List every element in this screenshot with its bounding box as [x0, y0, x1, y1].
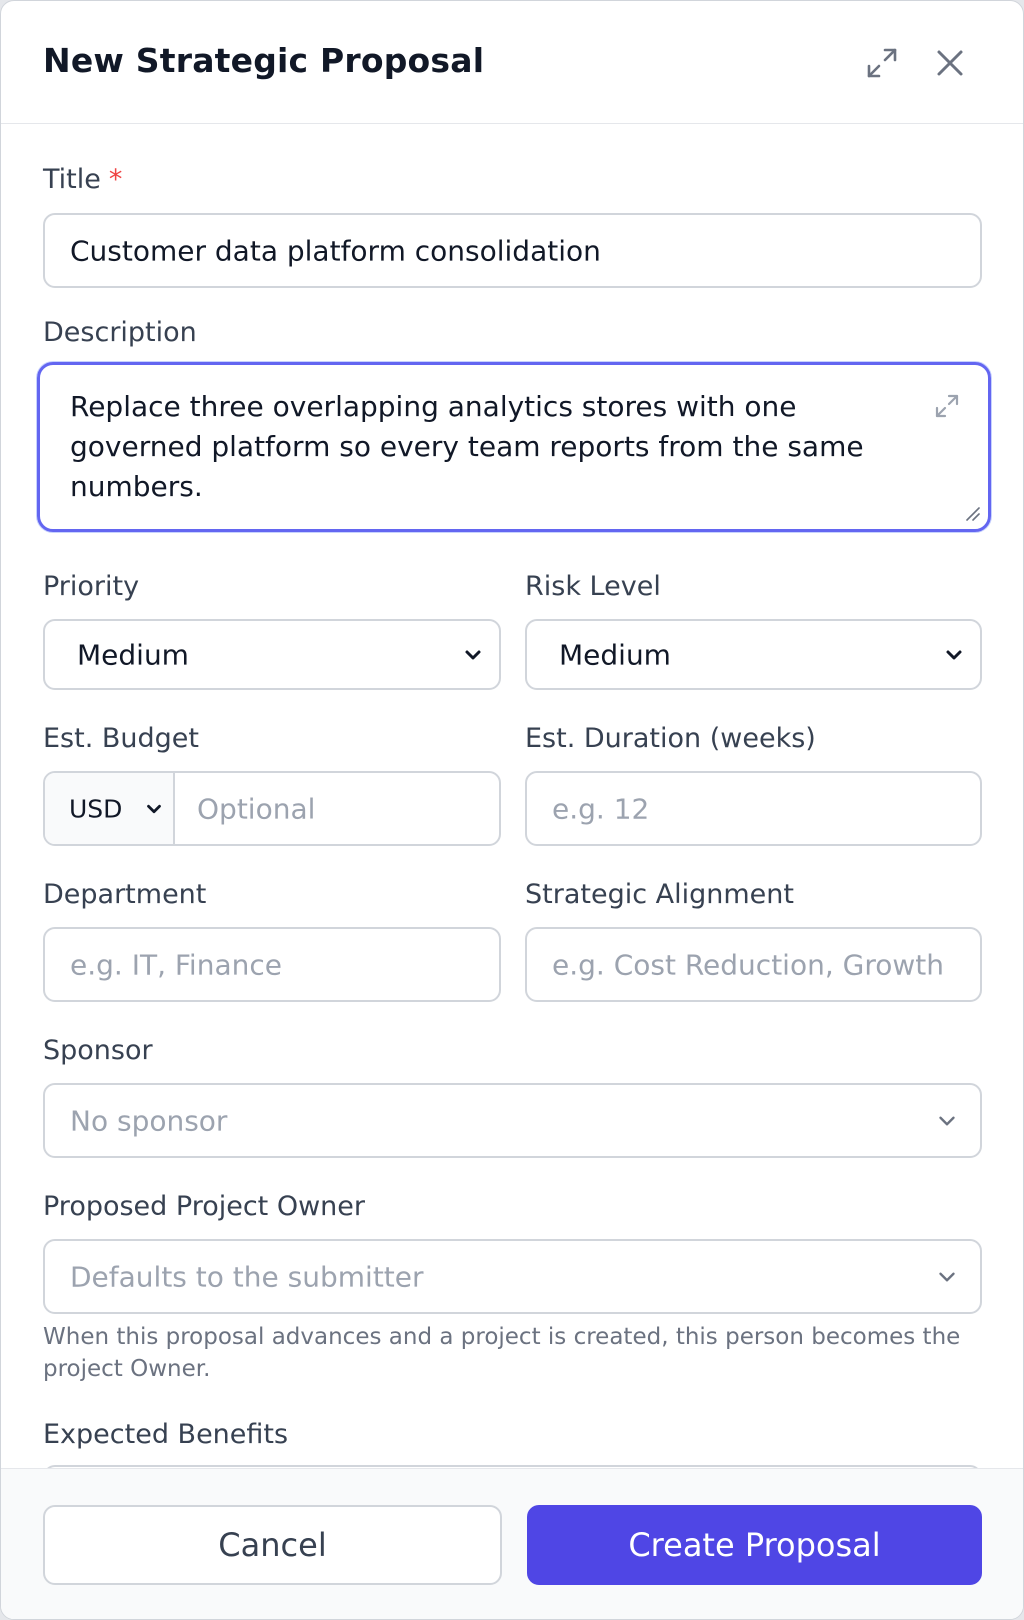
budget-field: USD Optional: [43, 771, 501, 846]
description-textarea[interactable]: Replace three overlapping analytics stor…: [37, 362, 991, 532]
department-input[interactable]: e.g. IT, Finance: [43, 927, 501, 1002]
dialog-header: New Strategic Proposal: [1, 1, 1023, 124]
owner-help-text: When this proposal advances and a projec…: [43, 1324, 961, 1382]
alignment-placeholder: e.g. Cost Reduction, Growth: [552, 948, 944, 981]
title-label-text: Title: [43, 164, 101, 195]
owner-select[interactable]: Defaults to the submitter: [43, 1239, 982, 1314]
sponsor-label: Sponsor: [43, 1035, 153, 1066]
chevron-down-icon: [465, 650, 481, 659]
priority-value: Medium: [77, 638, 189, 671]
dialog-title: New Strategic Proposal: [43, 41, 485, 80]
sponsor-select[interactable]: No sponsor: [43, 1083, 982, 1158]
currency-value: USD: [69, 794, 123, 823]
chevron-down-icon: [939, 1116, 955, 1125]
owner-placeholder: Defaults to the submitter: [70, 1260, 424, 1293]
sponsor-placeholder: No sponsor: [70, 1104, 228, 1137]
alignment-input[interactable]: e.g. Cost Reduction, Growth: [525, 927, 982, 1002]
expand-icon[interactable]: [862, 43, 902, 83]
resize-handle-icon[interactable]: [964, 505, 980, 521]
budget-label: Est. Budget: [43, 723, 199, 754]
cancel-button[interactable]: Cancel: [43, 1505, 502, 1585]
chevron-down-icon: [939, 1272, 955, 1281]
priority-label: Priority: [43, 571, 140, 602]
currency-select[interactable]: USD: [45, 773, 175, 844]
create-proposal-button[interactable]: Create Proposal: [527, 1505, 982, 1585]
expand-icon[interactable]: [932, 391, 962, 421]
duration-placeholder: e.g. 12: [552, 792, 650, 825]
title-label: Title *: [43, 164, 122, 195]
budget-input[interactable]: Optional: [197, 792, 315, 825]
description-value: Replace three overlapping analytics stor…: [70, 390, 864, 503]
alignment-label: Strategic Alignment: [525, 879, 794, 910]
dialog-footer: Cancel Create Proposal: [1, 1468, 1023, 1619]
priority-select[interactable]: Medium: [43, 619, 501, 690]
close-icon[interactable]: [930, 43, 970, 83]
duration-input[interactable]: e.g. 12: [525, 771, 982, 846]
required-mark: *: [108, 164, 123, 195]
description-label: Description: [43, 317, 197, 348]
owner-label: Proposed Project Owner: [43, 1191, 366, 1222]
department-placeholder: e.g. IT, Finance: [70, 948, 282, 981]
department-label: Department: [43, 879, 207, 910]
benefits-label: Expected Benefits: [43, 1419, 289, 1450]
new-proposal-dialog: New Strategic Proposal Title * Customer d…: [0, 0, 1024, 1620]
duration-label: Est. Duration (weeks): [525, 723, 816, 754]
risk-level-select[interactable]: Medium: [525, 619, 982, 690]
title-input[interactable]: Customer data platform consolidation: [43, 213, 982, 288]
chevron-down-icon: [946, 650, 962, 659]
risk-level-value: Medium: [559, 638, 671, 671]
chevron-down-icon: [147, 804, 161, 813]
risk-level-label: Risk Level: [525, 571, 661, 602]
dialog-body: Title * Customer data platform consolidat…: [1, 124, 1023, 1468]
title-input-value: Customer data platform consolidation: [70, 234, 601, 267]
